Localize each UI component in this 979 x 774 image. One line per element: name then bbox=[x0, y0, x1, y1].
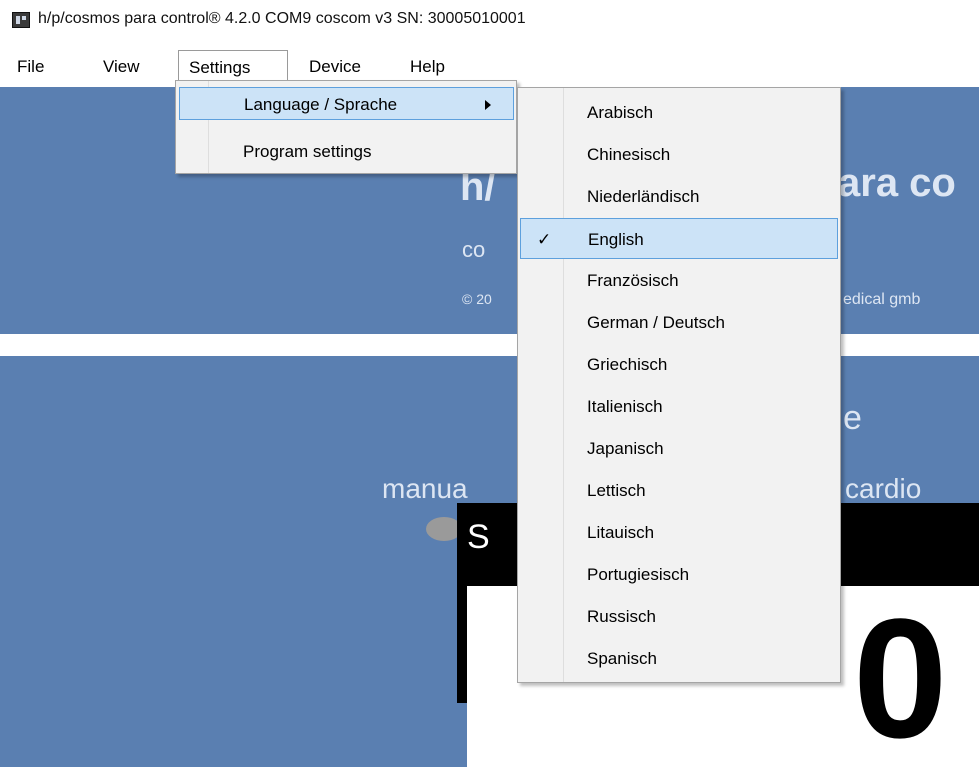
menu-view[interactable]: View bbox=[103, 54, 140, 80]
menu-item-language-label: Language / Sprache bbox=[244, 95, 398, 114]
language-label: Griechisch bbox=[587, 355, 668, 374]
language-arabisch[interactable]: Arabisch bbox=[520, 92, 838, 133]
mode-title: e bbox=[843, 399, 862, 437]
language-spanisch[interactable]: Spanisch bbox=[520, 638, 838, 679]
language-label: Lettisch bbox=[587, 481, 646, 500]
window-title: h/p/cosmos para control® 4.2.0 COM9 cosc… bbox=[38, 10, 526, 27]
language-label: Litauisch bbox=[587, 523, 655, 542]
app-icon bbox=[12, 12, 30, 28]
language-label: Französisch bbox=[587, 271, 679, 290]
language-japanisch[interactable]: Japanisch bbox=[520, 428, 838, 469]
language-label: Italienisch bbox=[587, 397, 663, 416]
display-label: S bbox=[467, 518, 490, 556]
banner-subtitle: co bbox=[462, 237, 486, 262]
language-submenu: Arabisch Chinesisch Niederländisch ✓ Eng… bbox=[517, 87, 841, 683]
language-label: English bbox=[588, 230, 644, 249]
language-russisch[interactable]: Russisch bbox=[520, 596, 838, 637]
menu-device[interactable]: Device bbox=[309, 54, 361, 80]
language-label: Arabisch bbox=[587, 103, 654, 122]
menu-settings[interactable]: Settings bbox=[178, 50, 288, 84]
menu-item-program-settings-label: Program settings bbox=[243, 142, 372, 161]
mode-cardio-label: cardio bbox=[845, 473, 922, 504]
submenu-arrow-icon bbox=[485, 100, 491, 110]
menu-help[interactable]: Help bbox=[410, 54, 445, 80]
copyright-right: edical gmb bbox=[843, 291, 921, 308]
display-value: 0 bbox=[853, 584, 948, 774]
language-label: Niederländisch bbox=[587, 187, 700, 206]
menu-file[interactable]: File bbox=[17, 54, 44, 80]
language-lettisch[interactable]: Lettisch bbox=[520, 470, 838, 511]
language-niederlaendisch[interactable]: Niederländisch bbox=[520, 176, 838, 217]
menu-item-program-settings[interactable]: Program settings bbox=[179, 135, 514, 168]
language-litauisch[interactable]: Litauisch bbox=[520, 512, 838, 553]
menu-bar: File View Settings Device Help bbox=[0, 50, 979, 84]
copyright-left: © 20 bbox=[462, 291, 492, 307]
language-label: Portugiesisch bbox=[587, 565, 690, 584]
language-label: German / Deutsch bbox=[587, 313, 725, 332]
language-english[interactable]: ✓ English bbox=[520, 218, 838, 259]
language-italienisch[interactable]: Italienisch bbox=[520, 386, 838, 427]
title-bar: h/p/cosmos para control® 4.2.0 COM9 cosc… bbox=[0, 0, 979, 40]
language-portugiesisch[interactable]: Portugiesisch bbox=[520, 554, 838, 595]
language-label: Spanisch bbox=[587, 649, 657, 668]
language-label: Russisch bbox=[587, 607, 656, 626]
language-german[interactable]: German / Deutsch bbox=[520, 302, 838, 343]
settings-menu: Language / Sprache Program settings bbox=[175, 80, 517, 174]
language-griechisch[interactable]: Griechisch bbox=[520, 344, 838, 385]
checkmark-icon: ✓ bbox=[537, 230, 552, 249]
language-label: Japanisch bbox=[587, 439, 664, 458]
language-label: Chinesisch bbox=[587, 145, 671, 164]
mode-manual-label: manua bbox=[382, 473, 468, 504]
banner-title-right: ara co bbox=[838, 161, 956, 205]
menu-item-language[interactable]: Language / Sprache bbox=[179, 87, 514, 120]
language-franzoesisch[interactable]: Französisch bbox=[520, 260, 838, 301]
language-chinesisch[interactable]: Chinesisch bbox=[520, 134, 838, 175]
